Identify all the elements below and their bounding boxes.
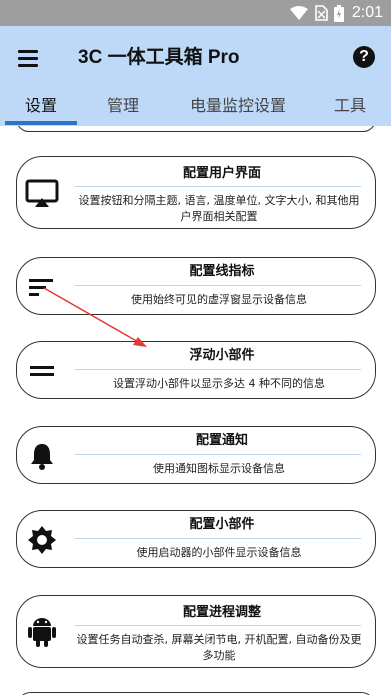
tab-tools[interactable]: 工具 [334,96,366,116]
no-sim-icon [315,5,328,21]
card-description: 设置任务自动查杀, 屏幕关闭节电, 开机配置, 自动备份及更多功能 [76,633,362,662]
menu-icon [18,50,38,53]
card-title: 配置小部件 [189,517,255,532]
status-time: 2:01 [351,4,383,21]
card-description: 使用通知图标显示设备信息 [153,462,285,475]
settings-list[interactable]: 配置用户界面 设置按钮和分隔主题, 语言, 温度单位, 文字大小, 和其他用户界… [0,126,391,695]
card-user-interface[interactable]: 配置用户界面 设置按钮和分隔主题, 语言, 温度单位, 文字大小, 和其他用户界… [16,156,376,229]
tab-manage[interactable]: 管理 [107,96,139,116]
question-mark-icon: ? [359,48,369,65]
card-notification[interactable]: 配置通知 使用通知图标显示设备信息 [16,426,376,484]
app-title: 3C 一体工具箱 Pro [78,47,240,68]
cast-screen-icon [23,177,61,211]
partial-card[interactable] [16,126,376,132]
help-button[interactable]: ? [353,46,375,68]
card-title: 配置线指标 [189,264,255,279]
card-process-tweaks[interactable]: 配置进程调整 设置任务自动查杀, 屏幕关闭节电, 开机配置, 自动备份及更多功能 [16,595,376,668]
wifi-icon [289,6,308,20]
menu-button[interactable] [14,44,46,72]
battery-icon [333,4,344,22]
floating-widget-icon [23,354,61,388]
app-bar: 3C 一体工具箱 Pro ? [0,26,391,90]
card-title: 配置进程调整 [182,605,261,620]
card-title: 浮动小部件 [189,348,255,363]
card-widget[interactable]: 配置小部件 使用启动器的小部件显示设备信息 [16,510,376,568]
line-indicator-icon [23,270,61,304]
tab-settings[interactable]: 设置 [25,96,57,116]
card-floating-widget[interactable]: 浮动小部件 设置浮动小部件以显示多达 4 种不同的信息 [16,341,376,399]
card-description: 设置浮动小部件以显示多达 4 种不同的信息 [113,377,325,390]
card-description: 使用启动器的小部件显示设备信息 [136,546,302,559]
divider [75,369,361,370]
tab-bar: 设置 管理 电量监控设置 工具 [0,90,391,126]
divider [75,538,361,539]
divider [75,186,361,187]
active-tab-indicator [5,121,77,125]
card-title: 配置用户界面 [182,166,261,181]
gear-icon [23,523,61,557]
card-line-indicator[interactable]: 配置线指标 使用始终可见的虚浮窗显示设备信息 [16,257,376,315]
card-description: 使用始终可见的虚浮窗显示设备信息 [131,293,307,306]
android-icon [23,614,61,648]
status-icons: 2:01 [289,3,383,23]
divider [75,285,361,286]
bell-icon [23,439,61,473]
card-title: 配置通知 [195,433,248,448]
tab-battery-monitor-settings[interactable]: 电量监控设置 [190,96,286,116]
divider [75,625,361,626]
status-bar: 2:01 [0,0,391,26]
card-description: 设置按钮和分隔主题, 语言, 温度单位, 文字大小, 和其他用户界面相关配置 [78,194,360,223]
divider [75,454,361,455]
